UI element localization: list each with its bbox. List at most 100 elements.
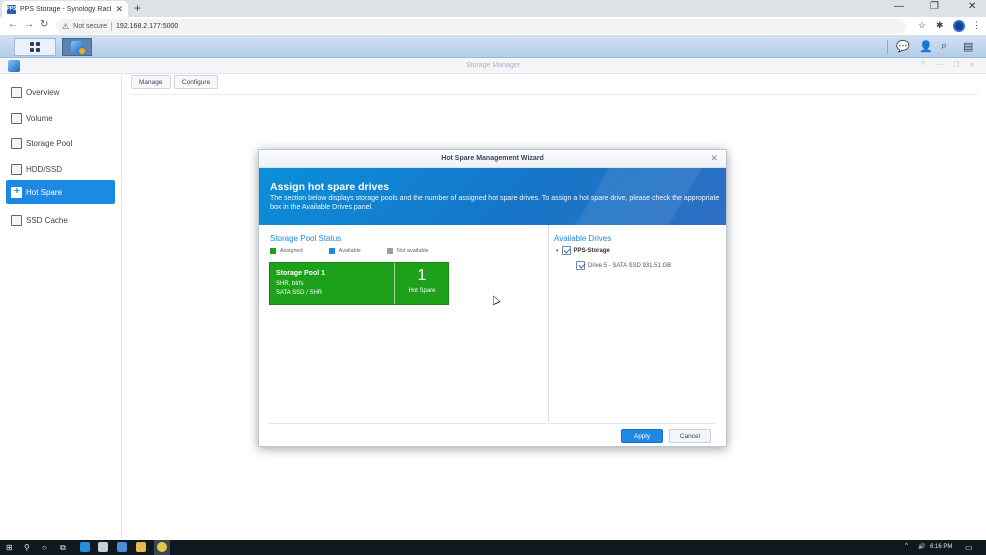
- tab-close-icon[interactable]: ✕: [115, 4, 123, 15]
- sidebar-item-volume[interactable]: Volume: [6, 106, 115, 130]
- window-close-button[interactable]: ✕: [969, 61, 975, 69]
- status-legend: Assigned Available Not available: [270, 248, 429, 254]
- sidebar-item-ssd-cache[interactable]: SSD Cache: [6, 208, 115, 232]
- help-icon[interactable]: ?: [921, 61, 925, 68]
- sidebar-item-storage-pool[interactable]: Storage Pool: [6, 131, 115, 155]
- clock[interactable]: 6:16 PM: [930, 544, 952, 550]
- mail-icon[interactable]: [117, 542, 127, 552]
- taskbar-divider: [887, 40, 888, 54]
- configure-button[interactable]: Configure: [174, 75, 219, 89]
- storage-manager-taskbar-button[interactable]: [62, 38, 92, 56]
- file-explorer-icon[interactable]: [136, 542, 146, 552]
- sidebar-item-label: Overview: [26, 87, 60, 97]
- url-separator: [111, 22, 113, 31]
- sidebar-item-label: Volume: [26, 113, 53, 123]
- sidebar-item-label: Storage Pool: [26, 138, 73, 148]
- wizard-heading: Assign hot spare drives: [270, 181, 390, 193]
- cortana-icon[interactable]: ○: [42, 543, 47, 552]
- address-bar[interactable]: ⚠ Not secure 192.168.2.177:5000: [56, 19, 906, 34]
- footer-divider: [269, 423, 716, 424]
- notifications-icon[interactable]: 💬: [896, 40, 910, 53]
- storage-pool-status-title: Storage Pool Status: [270, 234, 342, 243]
- browser-tabstrip: PPS PPS Storage - Synology RackSta ✕ + —…: [0, 0, 986, 17]
- expand-arrow-icon[interactable]: ▾: [556, 248, 559, 254]
- sidebar-item-overview[interactable]: Overview: [6, 80, 115, 104]
- available-drives-title: Available Drives: [554, 234, 612, 243]
- warning-icon: ⚠: [62, 22, 70, 31]
- legend-assigned: Assigned: [270, 248, 303, 254]
- legend-available: Available: [328, 248, 361, 254]
- drive-checkbox[interactable]: [576, 261, 585, 270]
- manage-button[interactable]: Manage: [131, 75, 171, 89]
- sidebar-item-label: SSD Cache: [26, 215, 68, 225]
- window-maximize-icon[interactable]: ❐: [953, 61, 959, 69]
- sidebar-item-label: Hot Spare: [26, 187, 63, 197]
- ssd-cache-icon: [11, 214, 22, 226]
- legend-label: Assigned: [280, 248, 303, 254]
- tab-title: PPS Storage - Synology RackSta: [20, 5, 111, 13]
- extensions-icon[interactable]: ✱: [936, 20, 944, 31]
- windows-start-icon[interactable]: ⊞: [6, 543, 13, 552]
- drive-label: Drive 5 - SATA SSD 931.51 GB: [588, 262, 672, 269]
- legend-label: Available: [338, 248, 361, 254]
- dialog-titlebar: Hot Spare Management Wizard ✕: [259, 150, 726, 168]
- pool-name: Storage Pool 1: [276, 270, 326, 277]
- store-icon[interactable]: [98, 542, 108, 552]
- taskbar-search-icon[interactable]: ⚲: [24, 543, 30, 552]
- sidebar-item-hot-spare[interactable]: Hot Spare: [6, 180, 115, 204]
- available-drives-panel: Available Drives ▾ PPS-Storage Drive 5 -…: [549, 225, 726, 422]
- url-text: 192.168.2.177:5000: [116, 23, 179, 30]
- search-icon[interactable]: ⌕: [941, 40, 947, 53]
- wizard-banner: Assign hot spare drives The section belo…: [259, 168, 726, 225]
- browser-menu-icon[interactable]: ⋮: [972, 20, 981, 31]
- toolbar-divider: [130, 94, 978, 95]
- tree-drive-row: Drive 5 - SATA SSD 931.51 GB: [576, 261, 671, 270]
- available-swatch: [328, 248, 335, 254]
- app-grid-icon: [30, 42, 40, 52]
- sidebar-item-label: HDD/SSD: [26, 164, 63, 174]
- window-minimize-icon[interactable]: —: [937, 61, 944, 68]
- assigned-swatch: [270, 248, 276, 254]
- wizard-description: The section below displays storage pools…: [270, 195, 720, 211]
- sidebar-item-hdd-ssd[interactable]: HDD/SSD: [6, 157, 115, 181]
- chrome-icon[interactable]: [157, 542, 167, 552]
- hot-spare-icon: [11, 186, 22, 198]
- profile-avatar[interactable]: [953, 20, 965, 32]
- windows-taskbar: ⊞ ⚲ ○ ⧉ ^ 🔊 6:16 PM ▭: [0, 540, 986, 555]
- url-security-label: Not secure: [73, 23, 108, 30]
- new-tab-button[interactable]: +: [134, 1, 141, 15]
- minimize-icon[interactable]: —: [894, 1, 904, 12]
- forward-icon[interactable]: →: [24, 19, 34, 30]
- cancel-button[interactable]: Cancel: [669, 429, 711, 443]
- legend-not-available: Not available: [386, 248, 429, 254]
- hot-spare-count-label: Hot Spare: [408, 288, 436, 294]
- group-checkbox[interactable]: [561, 246, 571, 255]
- hot-spare-count: 1: [417, 267, 427, 284]
- volume-icon: [11, 112, 22, 124]
- pool-type: SHR, btrfs: [276, 281, 304, 287]
- storage-manager-icon: [71, 41, 85, 54]
- pool-info: Storage Pool 1 SHR, btrfs SATA SSD / SHR: [276, 270, 325, 296]
- browser-tab[interactable]: PPS PPS Storage - Synology RackSta ✕: [2, 1, 128, 17]
- user-icon[interactable]: 👤: [919, 40, 933, 53]
- overview-icon: [11, 86, 22, 98]
- back-icon[interactable]: ←: [8, 19, 18, 30]
- legend-label: Not available: [396, 248, 429, 254]
- restore-icon[interactable]: ❐: [930, 1, 939, 12]
- apply-button[interactable]: Apply: [621, 429, 663, 443]
- task-view-icon[interactable]: ⧉: [60, 543, 66, 553]
- action-center-icon[interactable]: ▭: [965, 543, 973, 552]
- reload-icon[interactable]: ↻: [40, 19, 48, 30]
- window-titlebar: Storage Manager ? — ❐ ✕: [0, 58, 986, 74]
- tray-chevron-icon[interactable]: ^: [905, 543, 908, 549]
- storage-pool-card[interactable]: Storage Pool 1 SHR, btrfs SATA SSD / SHR…: [269, 262, 449, 305]
- edge-icon[interactable]: [80, 542, 90, 552]
- not-available-swatch: [386, 248, 393, 254]
- bookmark-star-icon[interactable]: ☆: [918, 20, 926, 31]
- widgets-icon[interactable]: ▤: [963, 40, 973, 53]
- tab-favicon-icon: PPS: [6, 4, 17, 14]
- volume-tray-icon[interactable]: 🔊: [918, 543, 925, 550]
- main-menu-button[interactable]: [14, 38, 56, 56]
- window-close-icon[interactable]: ✕: [968, 1, 976, 12]
- dialog-close-icon[interactable]: ✕: [710, 153, 718, 164]
